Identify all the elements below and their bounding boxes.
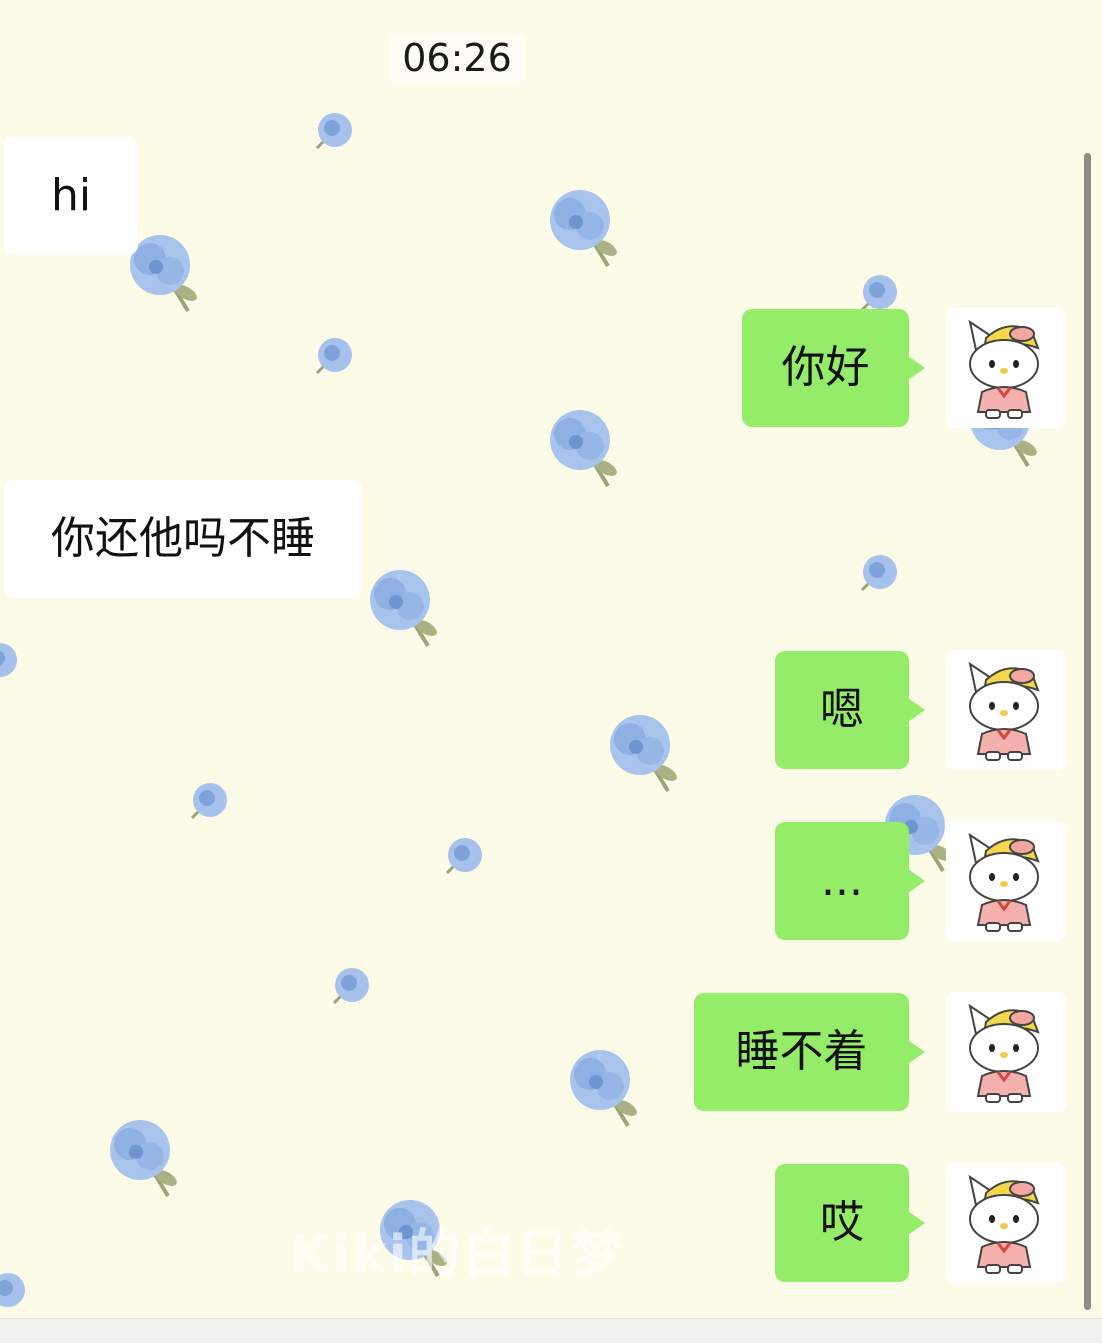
input-bar-edge <box>0 1318 1102 1343</box>
hello-kitty-icon <box>968 661 1040 761</box>
hello-kitty-icon <box>968 832 1040 932</box>
outgoing-message-bubble[interactable]: 哎 <box>775 1164 925 1282</box>
user-avatar[interactable] <box>946 650 1066 770</box>
incoming-message-bubble[interactable]: 你还他吗不睡 <box>4 480 362 598</box>
hello-kitty-icon <box>968 319 1040 419</box>
incoming-message-bubble[interactable]: hi <box>4 137 138 255</box>
watermark-text: Kiki的白日梦 <box>290 1225 625 1285</box>
outgoing-message-bubble[interactable]: ... <box>775 822 925 940</box>
outgoing-message-bubble[interactable]: 你好 <box>742 309 925 427</box>
user-avatar[interactable] <box>946 821 1066 941</box>
hello-kitty-icon <box>968 1003 1040 1103</box>
outgoing-message-bubble[interactable]: 嗯 <box>775 651 925 769</box>
user-avatar[interactable] <box>946 992 1066 1112</box>
floral-wallpaper <box>0 111 1042 1310</box>
chat-scrollbar[interactable] <box>1084 153 1091 1310</box>
message-timestamp: 06:26 <box>389 33 525 83</box>
outgoing-message-bubble[interactable]: 睡不着 <box>694 993 925 1111</box>
user-avatar[interactable] <box>946 1163 1066 1283</box>
hello-kitty-icon <box>968 1174 1040 1274</box>
user-avatar[interactable] <box>946 308 1066 428</box>
